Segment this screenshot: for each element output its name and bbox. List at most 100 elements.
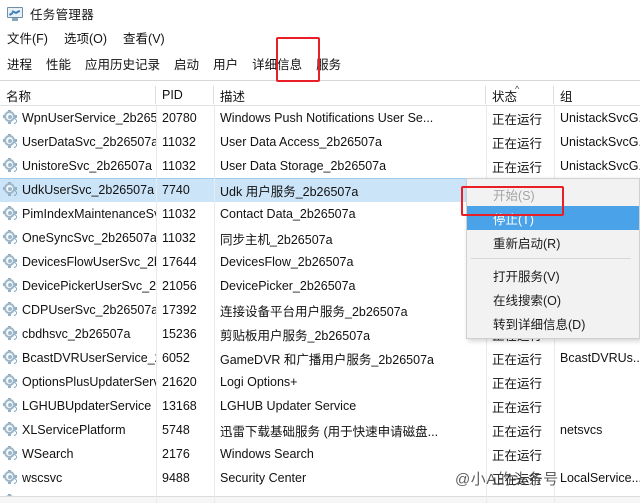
cell-desc: 同步主机_2b26507a: [220, 232, 333, 247]
cell-pid: 13168: [162, 399, 197, 413]
cell-desc: 迅雷下载基础服务 (用于快速申请磁盘...: [220, 424, 439, 439]
table-row[interactable]: BcastDVRUserService_2b... 6052 GameDVR 和广播…: [0, 346, 640, 370]
cell-status: 正在运行: [492, 424, 543, 439]
sort-ascending-icon: ^: [515, 84, 520, 94]
cell-pid: 11032: [162, 231, 196, 245]
table-row[interactable]: WSearch 2176 Windows Search 正在运行: [0, 442, 640, 466]
cell-name: UdkUserSvc_2b26507a: [22, 183, 155, 197]
cell-name: DevicePickerUserSvc_2b...: [22, 279, 156, 293]
table-row[interactable]: UserDataSvc_2b26507a 11032 User Data Acces…: [0, 130, 640, 154]
tab-users[interactable]: 用户: [206, 48, 245, 79]
cell-name: XLServicePlatform: [22, 423, 126, 437]
cell-pid: 15236: [162, 327, 197, 341]
column-header-group[interactable]: 组: [554, 84, 640, 106]
cell-group: UnistackSvcG...: [560, 159, 640, 173]
table-row[interactable]: wscsvc 9488 Security Center 正在运行 LocalServic…: [0, 466, 640, 490]
context-menu-item: 开始(S): [493, 188, 535, 203]
cell-desc: User Data Access_2b26507a: [220, 135, 382, 149]
column-header-description[interactable]: 描述: [214, 84, 486, 106]
column-header-group-label: 组: [560, 89, 573, 104]
menu-bar: 文件(F) 选项(O) 查看(V): [0, 27, 640, 48]
window-title: 任务管理器: [30, 8, 95, 22]
cell-desc: User Data Storage_2b26507a: [220, 159, 387, 173]
cell-group: UnistackSvcG...: [560, 111, 640, 125]
cell-status: 正在运行: [492, 472, 543, 487]
menu-item-options[interactable]: 选项(O): [64, 28, 107, 47]
cell-name: PimIndexMaintenanceSv...: [22, 207, 156, 221]
cell-name: cbdhsvc_2b26507a: [22, 327, 131, 341]
context-menu-item[interactable]: 重新启动(R): [467, 230, 639, 254]
table-row[interactable]: WpnUserService_2b2650... 20780 Windows Pus…: [0, 106, 640, 130]
tab-processes[interactable]: 进程: [0, 48, 39, 79]
table-row[interactable]: UnistoreSvc_2b26507a 11032 User Data Stora…: [0, 154, 640, 178]
cell-desc: Logi Options+: [220, 375, 298, 389]
cell-name: UnistoreSvc_2b26507a: [22, 159, 152, 173]
cell-pid: 6052: [162, 351, 190, 365]
cell-pid: 20780: [162, 111, 197, 125]
cell-name: UserDataSvc_2b26507a: [22, 135, 156, 149]
task-manager-window: 任务管理器 文件(F) 选项(O) 查看(V) 进程 性能 应用历史记录 启动 …: [0, 0, 640, 503]
cell-name: DevicesFlowUserSvc_2b2...: [22, 255, 156, 269]
tab-app-history[interactable]: 应用历史记录: [78, 48, 167, 79]
cell-pid: 5748: [162, 423, 190, 437]
cell-group: [554, 394, 640, 418]
cell-name: LGHUBUpdaterService: [22, 399, 152, 413]
tab-bar: 进程 性能 应用历史记录 启动 用户 详细信息 服务: [0, 48, 640, 79]
cell-status: 正在运行: [492, 448, 543, 463]
cell-desc: DevicePicker_2b26507a: [220, 279, 356, 293]
tab-performance[interactable]: 性能: [39, 48, 78, 79]
title-bar: 任务管理器: [0, 0, 640, 27]
cell-pid: 21620: [162, 375, 197, 389]
cell-group: LocalService...: [560, 471, 640, 485]
table-row[interactable]: LGHUBUpdaterService 13168 LGHUB Updater Se…: [0, 394, 640, 418]
cell-name: BcastDVRUserService_2b...: [22, 351, 156, 365]
cell-status: 正在运行: [492, 160, 543, 175]
cell-pid: 11032: [162, 135, 196, 149]
cell-pid: 17392: [162, 303, 197, 317]
cell-group: BcastDVRUs...: [560, 351, 640, 365]
column-separator-1: [156, 106, 157, 503]
cell-pid: 2176: [162, 447, 190, 461]
task-manager-icon: [7, 6, 23, 21]
cell-name: OptionsPlusUpdaterServi...: [22, 375, 156, 389]
column-header-status-label: 状态: [492, 89, 518, 104]
cell-pid: 7740: [162, 183, 190, 197]
cell-group: [554, 370, 640, 394]
cell-name: WSearch: [22, 447, 74, 461]
cell-desc: Udk 用户服务_2b26507a: [220, 184, 359, 199]
context-menu-item[interactable]: 转到详细信息(D): [467, 311, 639, 335]
cell-status: 正在运行: [492, 376, 543, 391]
cell-pid: 17644: [162, 255, 197, 269]
window-bottom-fill: [0, 497, 640, 503]
tab-services[interactable]: 服务: [309, 48, 348, 79]
menu-item-file[interactable]: 文件(F): [7, 28, 48, 47]
column-header-pid[interactable]: PID: [156, 84, 214, 106]
cell-desc: 连接设备平台用户服务_2b26507a: [220, 304, 408, 319]
context-menu-item[interactable]: 停止(T): [467, 206, 639, 230]
column-header-name[interactable]: 名称: [0, 84, 156, 106]
cell-status: 正在运行: [492, 400, 543, 415]
cell-name: wscsvc: [22, 471, 63, 485]
cell-pid: 11032: [162, 159, 196, 173]
cell-name: CDPUserSvc_2b26507a: [22, 303, 156, 317]
table-row[interactable]: OptionsPlusUpdaterServi... 21620 Logi Opti…: [0, 370, 640, 394]
context-menu-item[interactable]: 打开服务(V): [467, 263, 639, 287]
context-menu-item[interactable]: 在线搜索(O): [467, 287, 639, 311]
cell-desc: Security Center: [220, 471, 307, 485]
column-header-name-label: 名称: [6, 89, 32, 104]
cell-pid: 21056: [162, 279, 197, 293]
cell-desc: DevicesFlow_2b26507a: [220, 255, 354, 269]
cell-desc: 剪贴板用户服务_2b26507a: [220, 328, 371, 343]
column-header-pid-label: PID: [162, 88, 183, 102]
column-header-status[interactable]: 状态 ^: [486, 84, 554, 106]
cell-name: OneSyncSvc_2b26507a: [22, 231, 156, 245]
column-separator-2: [214, 106, 215, 503]
cell-pid: 11032: [162, 207, 196, 221]
context-menu-separator: [471, 258, 631, 259]
tab-details[interactable]: 详细信息: [245, 48, 309, 79]
tab-bar-divider: [0, 80, 640, 81]
table-row[interactable]: XLServicePlatform 5748 迅雷下载基础服务 (用于快速申请磁盘.…: [0, 418, 640, 442]
menu-item-view[interactable]: 查看(V): [123, 28, 165, 47]
cell-group: [554, 442, 640, 466]
tab-startup[interactable]: 启动: [167, 48, 206, 79]
